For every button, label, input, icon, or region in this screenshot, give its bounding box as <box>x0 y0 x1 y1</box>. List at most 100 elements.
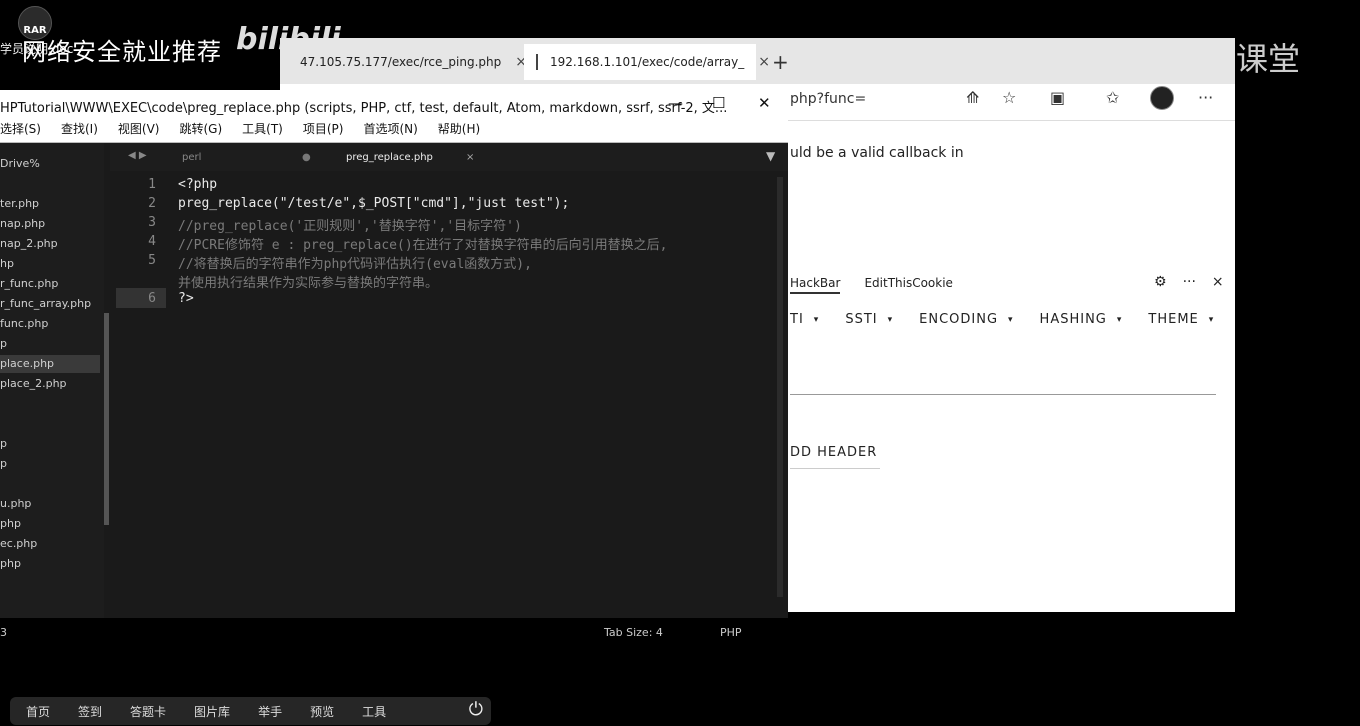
editor-title: HPTutorial\WWW\EXEC\code\preg_replace.ph… <box>0 101 728 116</box>
sidebar-item[interactable]: Drive% <box>0 157 40 170</box>
menu-goto[interactable]: 跳转(G) <box>179 120 222 142</box>
toolbar-gallery[interactable]: 图片库 <box>194 703 230 720</box>
code-line: //将替换后的字符串作为php代码评估执行(eval函数方式), <box>178 257 532 272</box>
tab-preg-replace[interactable]: preg_replace.php <box>346 152 433 163</box>
menu-project[interactable]: 项目(P) <box>303 120 344 142</box>
editor-statusbar: 3 Tab Size: 4 PHP <box>0 618 788 650</box>
favorites-icon[interactable]: ✩ <box>1106 88 1119 107</box>
line-number: 2 <box>148 196 156 211</box>
add-header-button[interactable]: DD HEADER <box>790 445 880 469</box>
tab-hackbar[interactable]: HackBar <box>790 276 841 294</box>
hackbar-menu-item[interactable]: THEME ▾ <box>1148 312 1214 327</box>
star-icon[interactable]: ☆ <box>1002 88 1016 107</box>
browser-tab-rce-ping[interactable]: 47.105.75.177/exec/rce_ping.php × <box>300 44 527 80</box>
caret-down-icon: ▾ <box>813 314 820 325</box>
toolbar-answer-card[interactable]: 答题卡 <box>130 703 166 720</box>
tab-editthiscookie[interactable]: EditThisCookie <box>864 276 953 294</box>
maximize-button[interactable]: ☐ <box>712 94 725 112</box>
browser-tabstrip: 47.105.75.177/exec/rce_ping.php × 192.16… <box>280 38 1235 84</box>
sidebar-scrollbar[interactable] <box>104 313 109 525</box>
tab-menu-icon[interactable]: ▼ <box>766 149 775 163</box>
sidebar-item[interactable]: ec.php <box>0 537 37 550</box>
close-button[interactable]: ✕ <box>758 94 771 112</box>
editor-window: HPTutorial\WWW\EXEC\code\preg_replace.ph… <box>0 90 788 650</box>
sidebar-item[interactable]: func.php <box>0 317 48 330</box>
tab-close-icon[interactable]: × <box>466 152 474 163</box>
code-line: ?> <box>178 291 194 306</box>
sidebar-item[interactable]: place_2.php <box>0 377 67 390</box>
editor-scrollbar[interactable] <box>777 177 783 597</box>
caret-down-icon: ▾ <box>1008 314 1014 325</box>
hackbar-menu-item[interactable]: SSTI ▾ <box>845 312 893 327</box>
code-line: <?php <box>178 177 218 192</box>
code-editor[interactable]: <?php preg_replace("/test/e",$_POST["cmd… <box>178 177 778 597</box>
sidebar-item[interactable]: r_func.php <box>0 277 58 290</box>
menu-find[interactable]: 查找(I) <box>61 120 98 142</box>
url-text[interactable]: php?func= <box>790 91 866 107</box>
menu-tools[interactable]: 工具(T) <box>242 120 283 142</box>
sidebar-item[interactable]: nap.php <box>0 217 45 230</box>
file-sidebar: Drive% ter.php nap.php nap_2.php hp r_fu… <box>0 143 104 618</box>
tab-nav-arrows[interactable]: ◀ ▶ <box>128 150 147 161</box>
toolbar-preview[interactable]: 预览 <box>310 703 334 720</box>
tab-perl[interactable]: perl <box>182 152 201 163</box>
sidebar-item[interactable]: hp <box>0 257 14 270</box>
line-number: 3 <box>148 215 156 230</box>
hackbar-menu-item[interactable]: TI ▾ <box>790 312 819 327</box>
tab-title: 47.105.75.177/exec/rce_ping.php <box>300 55 502 69</box>
unsaved-dot-icon: ● <box>302 152 311 163</box>
new-tab-button[interactable]: + <box>772 50 789 74</box>
sidebar-item[interactable]: ter.php <box>0 197 39 210</box>
hackbar-menu-item[interactable]: ENCODING ▾ <box>919 312 1013 327</box>
line-number: 6 <box>148 291 156 306</box>
tab-title: 192.168.1.101/exec/code/array_ <box>550 55 745 69</box>
url-input-underline[interactable] <box>790 394 1216 395</box>
sidebar-item[interactable]: u.php <box>0 497 31 510</box>
line-number: 1 <box>148 177 156 192</box>
translate-icon[interactable]: ⟰ <box>966 88 979 107</box>
sidebar-item[interactable]: p <box>0 437 7 450</box>
minimize-button[interactable]: — <box>668 94 683 112</box>
caret-down-icon: ▾ <box>1208 314 1215 325</box>
line-number: 4 <box>148 234 156 249</box>
code-line: //preg_replace('正则规则','替换字符','目标字符') <box>178 219 522 234</box>
browser-tab-array[interactable]: 192.168.1.101/exec/code/array_ × <box>524 44 770 80</box>
code-line: 并使用执行结果作为实际参与替换的字符串。 <box>178 276 439 291</box>
toolbar-signin[interactable]: 签到 <box>78 703 102 720</box>
watermark-text: 网络安全就业推荐 <box>22 38 222 66</box>
hackbar-menu-item[interactable]: HASHING ▾ <box>1040 312 1123 327</box>
sidebar-item[interactable]: r_func_array.php <box>0 297 91 310</box>
profile-avatar[interactable] <box>1150 86 1174 110</box>
close-icon[interactable]: × <box>1212 274 1224 290</box>
power-icon[interactable]: ⏻ <box>469 699 483 720</box>
extension-icon[interactable]: ▣ <box>1050 88 1065 107</box>
sidebar-item[interactable]: p <box>0 337 7 350</box>
tab-close-icon[interactable]: × <box>758 54 770 70</box>
status-syntax[interactable]: PHP <box>720 626 742 639</box>
sidebar-item[interactable]: php <box>0 557 21 570</box>
code-line: preg_replace("/test/e",$_POST["cmd"],"ju… <box>178 196 570 211</box>
line-number-gutter: 1 2 3 4 5 6 <box>116 177 166 597</box>
toolbar-home[interactable]: 首页 <box>26 703 50 720</box>
menu-view[interactable]: 视图(V) <box>118 120 160 142</box>
page-content-text: uld be a valid callback in <box>790 145 964 161</box>
page-icon <box>536 54 538 70</box>
menu-select[interactable]: 选择(S) <box>0 120 41 142</box>
editor-body: Drive% ter.php nap.php nap_2.php hp r_fu… <box>0 143 788 618</box>
caret-down-icon: ▾ <box>1116 314 1123 325</box>
sidebar-item[interactable]: nap_2.php <box>0 237 58 250</box>
status-tab-size[interactable]: Tab Size: 4 <box>604 626 663 639</box>
status-line-info: 3 <box>0 626 7 639</box>
sidebar-item[interactable]: php <box>0 517 21 530</box>
more-icon[interactable]: ··· <box>1198 88 1213 107</box>
more-icon[interactable]: ··· <box>1183 274 1196 290</box>
sidebar-item-active[interactable]: place.php <box>0 355 100 373</box>
sidebar-item[interactable]: p <box>0 457 7 470</box>
toolbar-raise-hand[interactable]: 举手 <box>258 703 282 720</box>
caret-down-icon: ▾ <box>887 314 894 325</box>
line-number: 5 <box>148 253 156 268</box>
gear-icon[interactable]: ⚙ <box>1154 274 1167 290</box>
code-line: //PCRE修饰符 e : preg_replace()在进行了对替换字符串的后… <box>178 238 668 253</box>
toolbar-tools[interactable]: 工具 <box>362 703 386 720</box>
menu-preferences[interactable]: 首选项(N) <box>363 120 417 142</box>
